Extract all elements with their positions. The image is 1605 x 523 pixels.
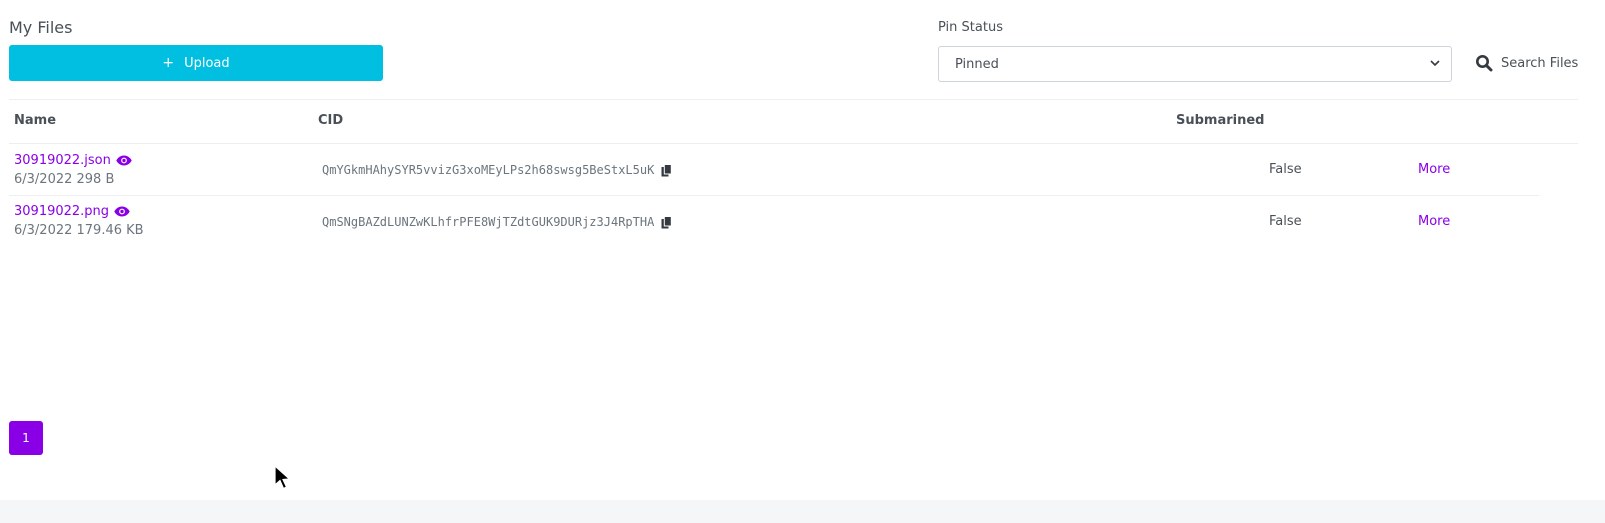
files-panel: My Files + Upload Pin Status Pinned Sear… — [0, 0, 1605, 500]
page-title: My Files — [9, 18, 73, 37]
column-header-name: Name — [14, 113, 57, 128]
file-meta: 6/3/2022 298 B — [14, 172, 115, 187]
pin-status-value: Pinned — [955, 56, 999, 72]
eye-icon[interactable] — [114, 206, 130, 217]
copy-icon[interactable] — [661, 215, 673, 229]
mouse-cursor-icon — [274, 465, 291, 490]
pagination-page-button[interactable]: 1 — [9, 421, 43, 455]
copy-icon[interactable] — [661, 163, 673, 177]
upload-label: Upload — [184, 55, 230, 71]
plus-icon: + — [162, 55, 175, 71]
table-header-divider — [9, 143, 1578, 144]
file-name-link[interactable]: 30919022.json — [14, 153, 132, 168]
header-divider — [9, 99, 1578, 100]
pin-status-select[interactable]: Pinned — [938, 46, 1452, 82]
submarined-value: False — [1269, 214, 1302, 229]
eye-icon[interactable] — [116, 155, 132, 166]
column-header-cid: CID — [318, 113, 344, 128]
file-name: 30919022.png — [14, 204, 110, 219]
chevron-down-icon — [1430, 60, 1440, 67]
file-name-link[interactable]: 30919022.png — [14, 204, 130, 219]
file-name: 30919022.json — [14, 153, 111, 168]
row-divider — [9, 195, 1539, 196]
more-link[interactable]: More — [1418, 214, 1450, 229]
submarined-value: False — [1269, 162, 1302, 177]
pin-status-label: Pin Status — [938, 20, 1003, 35]
column-header-submarined: Submarined — [1176, 113, 1265, 128]
search-files-label: Search Files — [1501, 55, 1579, 71]
file-meta: 6/3/2022 179.46 KB — [14, 223, 144, 238]
upload-button[interactable]: + Upload — [9, 45, 383, 81]
cid-text: QmYGkmHAhySYR5vvizG3xoMEyLPs2h68swsg5BeS… — [322, 163, 655, 177]
more-link[interactable]: More — [1418, 162, 1450, 177]
cid-value: QmSNgBAZdLUNZwKLhfrPFE8WjTZdtGUK9DURjz3J… — [322, 215, 673, 229]
search-files-button[interactable]: Search Files — [1475, 54, 1578, 72]
cid-text: QmSNgBAZdLUNZwKLhfrPFE8WjTZdtGUK9DURjz3J… — [322, 215, 655, 229]
search-icon — [1476, 55, 1493, 72]
cid-value: QmYGkmHAhySYR5vvizG3xoMEyLPs2h68swsg5BeS… — [322, 163, 673, 177]
